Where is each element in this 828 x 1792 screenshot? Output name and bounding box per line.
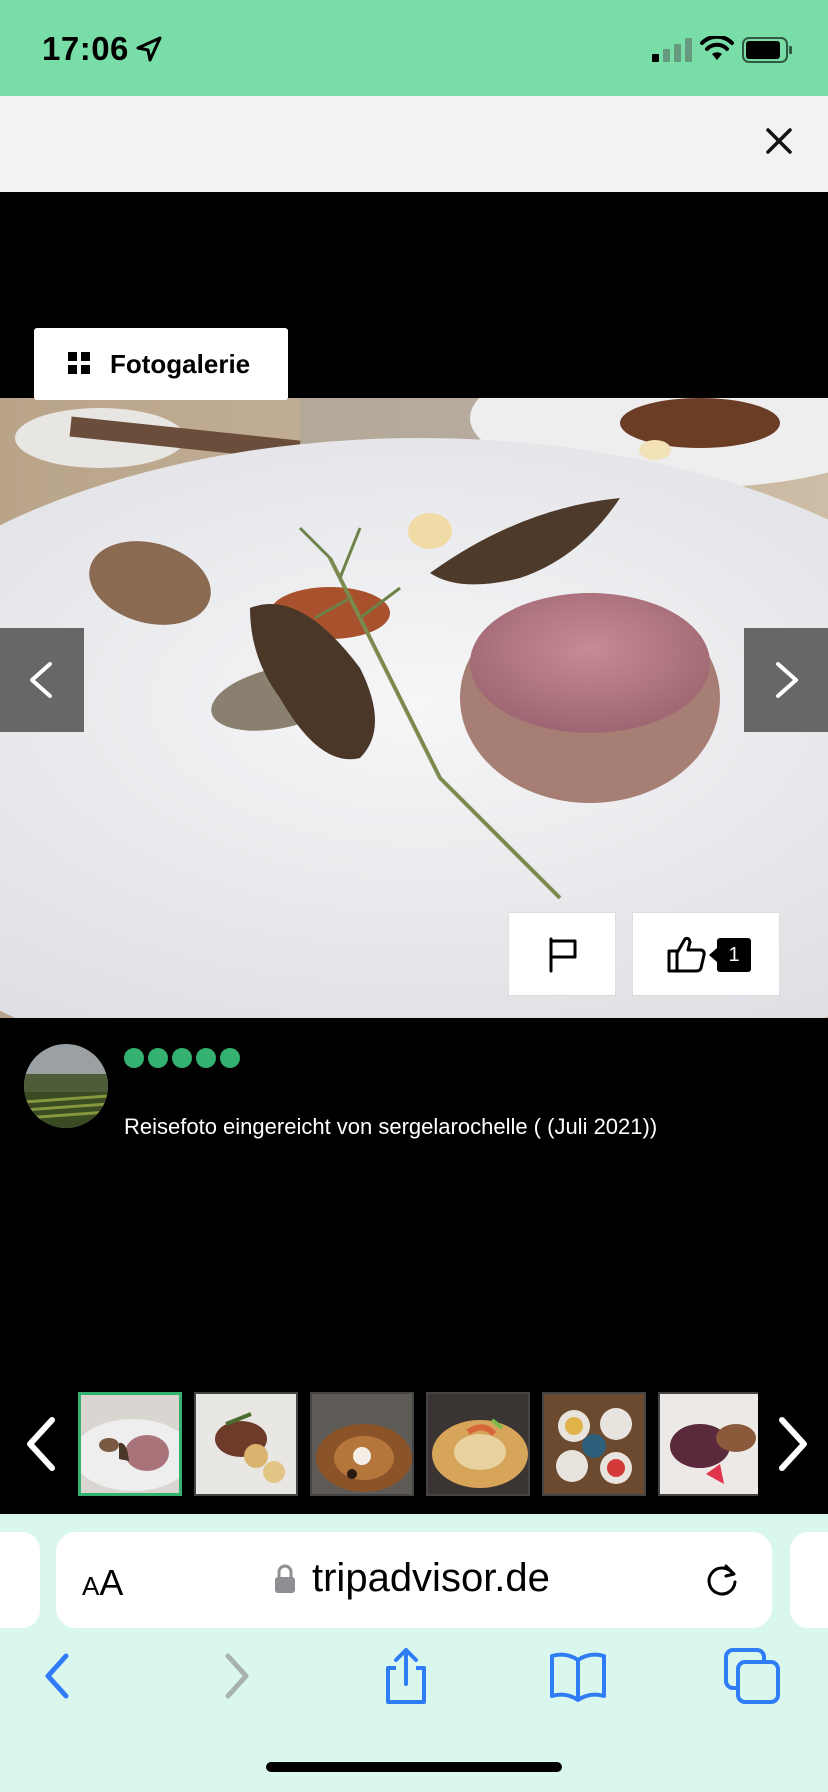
rating-bubble xyxy=(148,1048,168,1068)
thumbnails-prev-icon[interactable] xyxy=(22,1416,62,1472)
user-avatar[interactable] xyxy=(24,1044,108,1128)
chevron-left-icon xyxy=(30,662,52,698)
back-icon xyxy=(45,1653,69,1699)
photo-gallery-label: Fotogalerie xyxy=(110,349,251,379)
status-bar: 17:06 xyxy=(0,0,828,96)
thumbnails-next-icon[interactable] xyxy=(772,1416,812,1472)
forward-button[interactable] xyxy=(206,1646,266,1706)
forward-icon xyxy=(225,1653,249,1699)
next-photo-button[interactable] xyxy=(744,628,828,732)
close-icon[interactable] xyxy=(762,124,796,158)
next-tab-preview[interactable] xyxy=(790,1532,828,1628)
wifi-icon xyxy=(700,36,734,60)
screen: 17:06 Fotogalerie 1 Reisefoto eingereich… xyxy=(0,0,828,1792)
cellular-signal-icon xyxy=(652,38,692,62)
share-button[interactable] xyxy=(376,1646,436,1706)
like-photo-button[interactable]: 1 xyxy=(632,912,780,996)
battery-icon xyxy=(742,37,792,63)
rating-bubbles xyxy=(124,1048,240,1068)
flag-icon xyxy=(549,937,577,973)
tabs-icon xyxy=(724,1648,780,1704)
rating-bubble xyxy=(196,1048,216,1068)
thumbs-up-icon xyxy=(667,936,706,973)
photo-caption: Reisefoto eingereicht von sergelarochell… xyxy=(124,1114,658,1139)
thumbnail-6[interactable] xyxy=(658,1392,758,1496)
like-count-badge: 1 xyxy=(709,938,751,972)
url-text: tripadvisor.de xyxy=(312,1556,550,1600)
rating-bubble xyxy=(220,1048,240,1068)
thumbnail-4[interactable] xyxy=(426,1392,530,1496)
status-time: 17:06 xyxy=(42,30,129,67)
thumbnail-5[interactable] xyxy=(542,1392,646,1496)
tabs-button[interactable] xyxy=(722,1646,782,1706)
reload-icon[interactable] xyxy=(702,1560,742,1600)
previous-tab-preview[interactable] xyxy=(0,1532,40,1628)
location-arrow-icon xyxy=(136,36,162,62)
rating-bubble xyxy=(124,1048,144,1068)
share-icon xyxy=(386,1648,426,1704)
home-indicator xyxy=(266,1762,562,1772)
thumbnail-strip xyxy=(78,1392,758,1498)
thumbnail-3[interactable] xyxy=(310,1392,414,1496)
back-button[interactable] xyxy=(28,1646,88,1706)
bookmarks-button[interactable] xyxy=(548,1646,608,1706)
modal-top-bar xyxy=(0,96,828,192)
grid-icon xyxy=(68,352,90,374)
report-photo-button[interactable] xyxy=(508,912,616,996)
photo-gallery-button[interactable]: Fotogalerie xyxy=(34,328,288,400)
rating-bubble xyxy=(172,1048,192,1068)
page-settings-button[interactable]: AA xyxy=(82,1562,123,1604)
lock-icon xyxy=(275,1564,295,1593)
previous-photo-button[interactable] xyxy=(0,628,84,732)
address-bar[interactable]: AA tripadvisor.de xyxy=(56,1532,772,1628)
chevron-right-icon xyxy=(776,662,798,698)
thumbnail-1[interactable] xyxy=(78,1392,182,1496)
thumbnail-2[interactable] xyxy=(194,1392,298,1496)
bookmarks-icon xyxy=(550,1652,606,1702)
